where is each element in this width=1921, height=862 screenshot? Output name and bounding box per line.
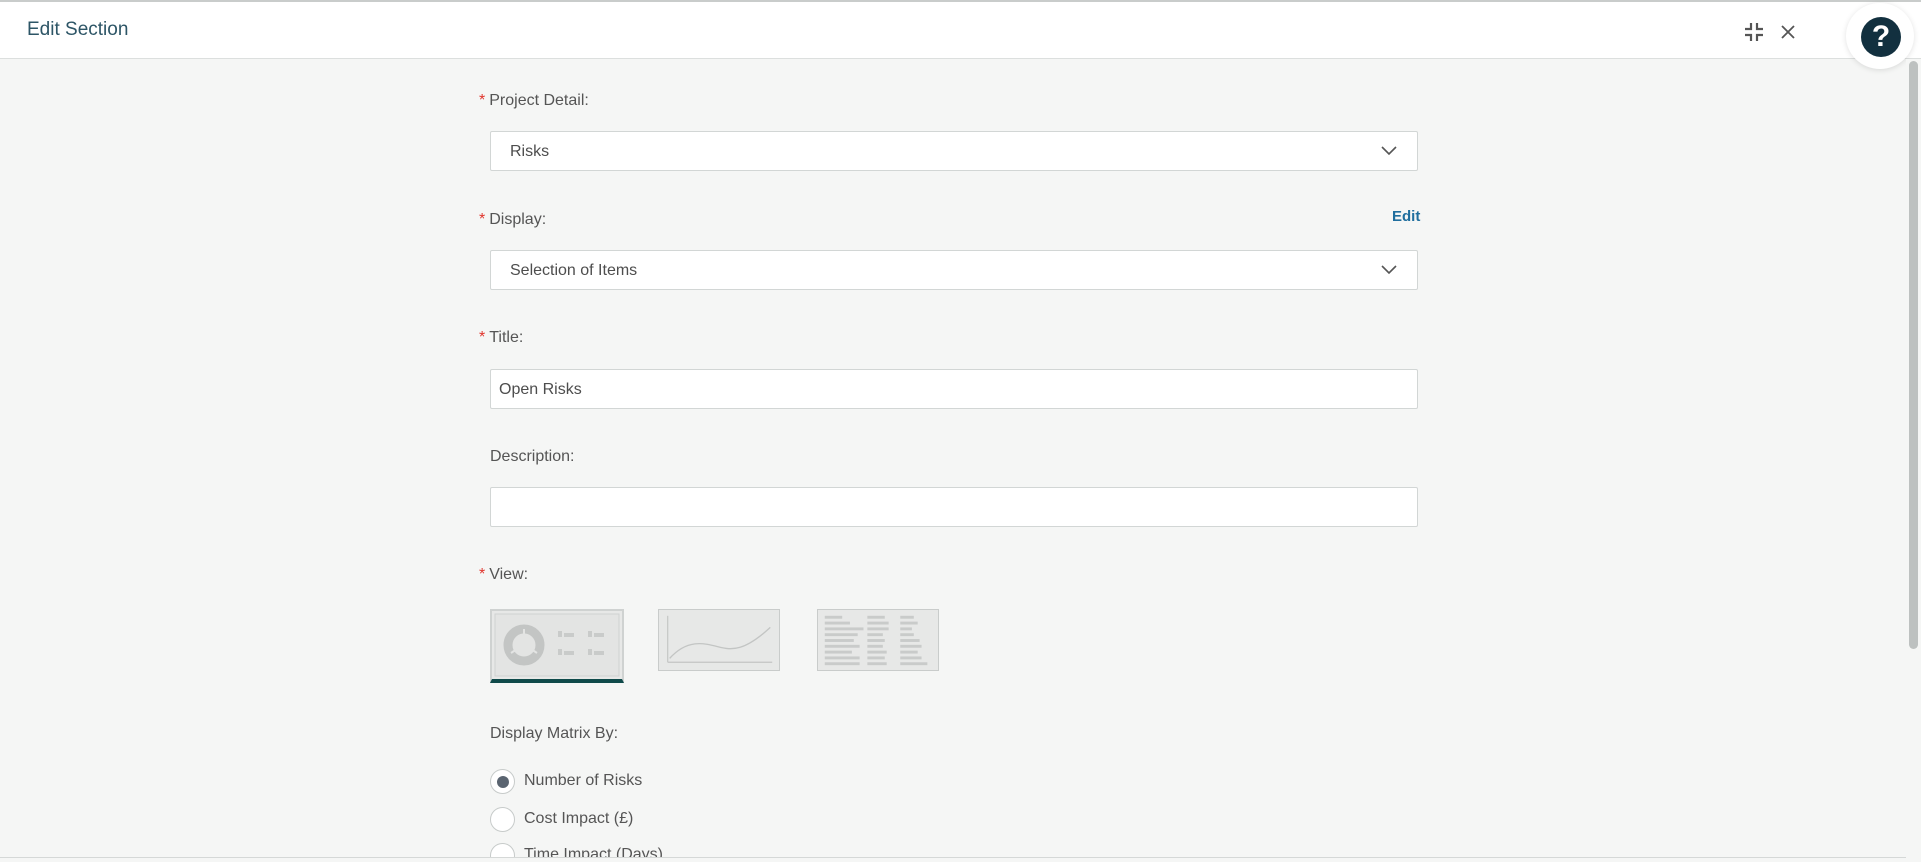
description-label: Description: (490, 448, 575, 465)
scrollbar[interactable] (1906, 59, 1921, 859)
radio-button[interactable] (490, 769, 515, 794)
view-option-line-chart[interactable] (658, 609, 780, 671)
description-input[interactable] (490, 487, 1418, 527)
project-detail-select[interactable]: Risks (490, 131, 1418, 171)
chevron-down-icon (1381, 146, 1397, 156)
edit-section-form: * Project Detail: Risks * Display: Edit Se… (0, 0, 1906, 857)
view-option-donut-chart[interactable] (490, 609, 624, 683)
chevron-down-icon (1381, 265, 1397, 275)
title-input[interactable]: Open Risks (490, 369, 1418, 409)
view-option-list[interactable] (817, 609, 939, 671)
title-value: Open Risks (499, 381, 582, 398)
title-label: * Title: (479, 329, 524, 346)
display-matrix-label: Display Matrix By: (490, 725, 619, 742)
bottom-border (0, 857, 1906, 858)
close-icon[interactable] (1777, 21, 1799, 43)
dialog-header: Edit Section (0, 2, 1921, 59)
radio-button[interactable] (490, 807, 515, 832)
display-value: Selection of Items (510, 262, 638, 279)
help-button-wrapper: ? (1846, 3, 1914, 69)
donut-chart-list-icon (494, 613, 620, 677)
radio-label: Time Impact (Days) (524, 846, 663, 857)
display-label: * Display: (479, 211, 547, 228)
dialog-title: Edit Section (27, 19, 129, 40)
display-edit-link[interactable]: Edit (1392, 208, 1420, 225)
radio-label: Number of Risks (524, 772, 643, 789)
list-table-icon (824, 615, 928, 666)
display-select[interactable]: Selection of Items (490, 250, 1418, 290)
line-chart-icon (667, 615, 773, 663)
scrollbar-thumb[interactable] (1909, 61, 1918, 649)
radio-button[interactable] (490, 843, 515, 857)
project-detail-value: Risks (510, 143, 550, 160)
collapse-icon[interactable] (1743, 21, 1765, 43)
view-label: * View: (479, 566, 529, 583)
radio-label: Cost Impact (£) (524, 810, 634, 827)
help-button[interactable]: ? (1861, 17, 1901, 57)
project-detail-label: * Project Detail: (479, 92, 589, 109)
